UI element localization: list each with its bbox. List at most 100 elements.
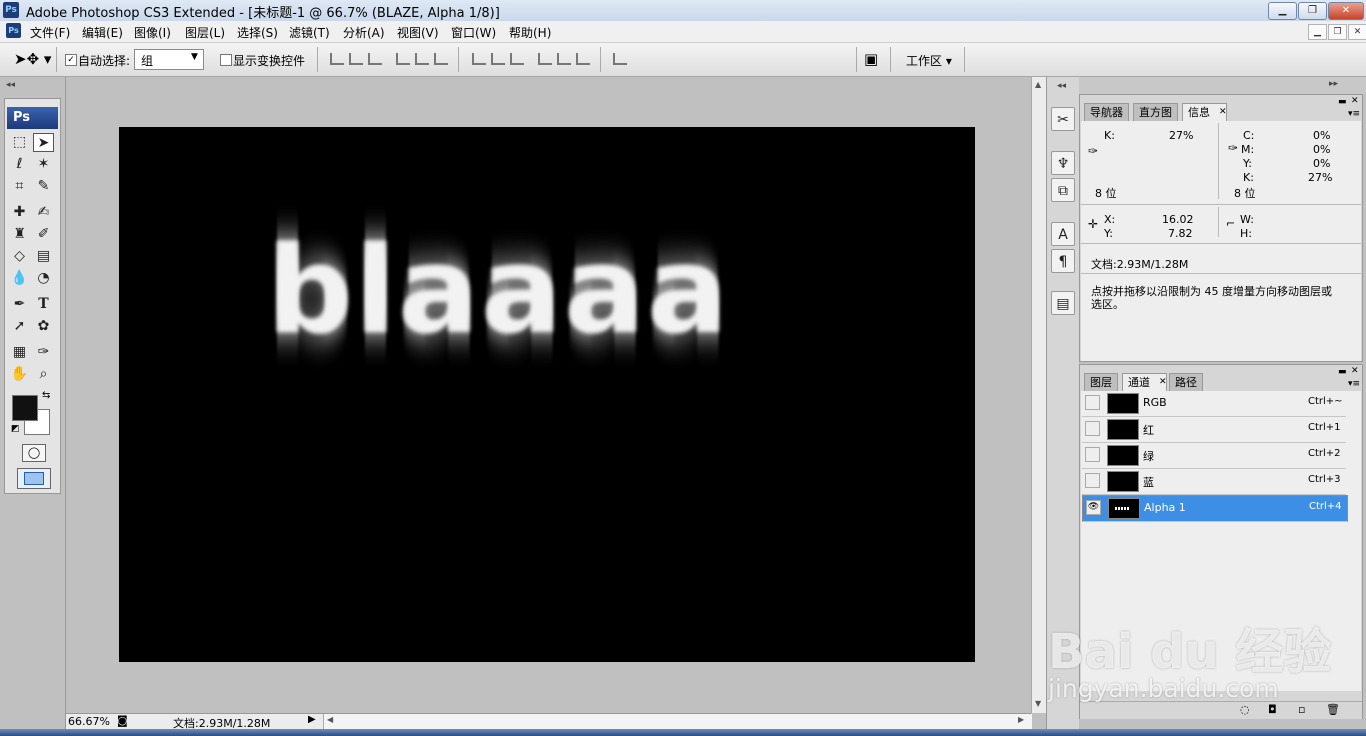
healing-brush-tool-icon[interactable]: ✚ [9, 203, 30, 222]
visibility-toggle[interactable] [1085, 395, 1100, 410]
close-button[interactable]: ✕ [1328, 2, 1364, 20]
hand-tool-icon[interactable]: ✋ [9, 365, 30, 384]
tab-histogram[interactable]: 直方图 [1133, 103, 1178, 121]
align-right-icon[interactable] [434, 53, 448, 65]
blur-tool-icon[interactable]: 💧 [9, 269, 30, 288]
channel-row-alpha-1[interactable]: 👁 Alpha 1 Ctrl+4 [1082, 495, 1348, 522]
restore-button[interactable]: ❐ [1298, 2, 1327, 20]
slice-tool-icon[interactable]: ✎ [33, 177, 54, 196]
scroll-left-icon[interactable]: ◀ [327, 715, 333, 724]
doc-restore-button[interactable]: ❐ [1328, 24, 1347, 40]
crop-tool-icon[interactable]: ⌗ [9, 177, 30, 196]
tab-info[interactable]: 信息 ✕ [1182, 103, 1227, 121]
menu-edit[interactable]: 编辑(E) [82, 24, 123, 41]
auto-select-checkbox[interactable]: ✓ [65, 54, 77, 66]
panel-menu-icon[interactable]: ▾≡ [1348, 379, 1360, 389]
save-selection-icon[interactable]: ◘ [1268, 703, 1277, 716]
minimize-panel-icon[interactable]: ▬ [1338, 367, 1347, 377]
channel-row-green[interactable]: 绿 Ctrl+2 [1082, 443, 1346, 469]
brush-tool-icon[interactable]: ✍ [33, 203, 54, 222]
eyedropper-icon-2[interactable]: ✑ [1228, 141, 1238, 155]
visibility-toggle[interactable] [1085, 447, 1100, 462]
align-hcenter-icon[interactable] [415, 53, 429, 65]
lasso-tool-icon[interactable]: ℓ [9, 155, 30, 174]
type-tool-icon[interactable]: T [33, 295, 54, 314]
clone-source-icon[interactable]: ⧉ [1051, 178, 1075, 202]
zoom-tool-icon[interactable]: ⌕ [33, 365, 54, 384]
dodge-tool-icon[interactable]: ◔ [33, 269, 54, 288]
document-icon[interactable]: Ps [6, 23, 21, 38]
close-icon[interactable]: ✕ [1219, 104, 1227, 121]
tool-presets-icon[interactable]: ✂ [1051, 107, 1075, 131]
load-selection-icon[interactable]: ◌ [1240, 703, 1250, 716]
visibility-toggle[interactable] [1085, 473, 1100, 488]
visibility-toggle[interactable] [1085, 421, 1100, 436]
bridge-icon[interactable]: ▣ [864, 50, 878, 68]
workspace-menu[interactable]: 工作区 ▾ [906, 52, 952, 69]
show-transform-checkbox[interactable] [220, 54, 232, 66]
screen-mode-icon[interactable] [17, 468, 51, 489]
expand-panels-icon[interactable]: ▸▸ [1329, 79, 1338, 89]
history-brush-tool-icon[interactable]: ✐ [33, 225, 54, 244]
brushes-icon[interactable]: ♆ [1051, 151, 1075, 175]
path-selection-tool-icon[interactable]: ➚ [9, 317, 30, 336]
foreground-color-swatch[interactable] [12, 395, 38, 421]
auto-align-icon[interactable] [613, 53, 627, 65]
channel-row-blue[interactable]: 蓝 Ctrl+3 [1082, 469, 1346, 495]
swap-colors-icon[interactable]: ⇆ [42, 390, 50, 401]
eraser-tool-icon[interactable]: ◇ [9, 247, 30, 266]
minimize-panel-icon[interactable]: ▬ [1338, 97, 1347, 107]
menu-file[interactable]: 文件(F) [30, 24, 70, 41]
custom-shape-tool-icon[interactable]: ✿ [33, 317, 54, 336]
move-tool-icon[interactable]: ➤ [33, 133, 54, 152]
menu-select[interactable]: 选择(S) [237, 24, 278, 41]
eye-icon[interactable]: 👁 [1086, 500, 1101, 515]
move-tool-preset-icon[interactable]: ➤✥ ▾ [14, 50, 51, 68]
collapse-dock-icon[interactable]: ◂◂ [1057, 81, 1066, 91]
pen-tool-icon[interactable]: ✒ [9, 295, 30, 314]
layer-comps-icon[interactable]: ▤ [1051, 291, 1075, 315]
distribute-right-icon[interactable] [576, 53, 590, 65]
marquee-tool-icon[interactable]: ⬚ [9, 133, 30, 152]
clone-stamp-tool-icon[interactable]: ♜ [9, 225, 30, 244]
doc-close-button[interactable]: ✕ [1348, 24, 1366, 40]
align-left-icon[interactable] [396, 53, 410, 65]
tab-channels[interactable]: 通道 ✕ [1122, 373, 1167, 391]
scroll-up-icon[interactable]: ▲ [1035, 80, 1041, 89]
notes-tool-icon[interactable]: ▦ [9, 343, 30, 362]
menu-layer[interactable]: 图层(L) [185, 24, 225, 41]
menu-help[interactable]: 帮助(H) [509, 24, 551, 41]
vertical-scrollbar[interactable]: ▲ ▼ [1031, 77, 1047, 713]
distribute-vcenter-icon[interactable] [491, 53, 505, 65]
character-icon[interactable]: A [1051, 222, 1075, 246]
tab-paths[interactable]: 路径 [1169, 373, 1203, 391]
scroll-down-icon[interactable]: ▼ [1035, 699, 1041, 708]
default-colors-icon[interactable]: ◩ [11, 424, 20, 434]
magic-wand-tool-icon[interactable]: ✶ [33, 155, 54, 174]
horizontal-scrollbar[interactable]: ◀ ▶ [323, 714, 1032, 729]
paragraph-icon[interactable]: ¶ [1051, 249, 1075, 273]
doc-minimize-button[interactable]: ▁ [1308, 24, 1327, 40]
menu-analysis[interactable]: 分析(A) [343, 24, 385, 41]
trash-icon[interactable]: 🗑 [1326, 703, 1340, 716]
status-menu-arrow-icon[interactable]: ▶ [308, 714, 316, 725]
distribute-top-icon[interactable] [472, 53, 486, 65]
document-canvas[interactable]: blaaaa blaaaa [119, 127, 975, 662]
collapse-toolbox-icon[interactable]: ◂◂ [6, 80, 15, 90]
minimize-button[interactable]: ▁ [1268, 2, 1297, 20]
channel-row-rgb[interactable]: RGB Ctrl+~ [1082, 391, 1346, 417]
zoom-level[interactable]: 66.67% [68, 715, 110, 728]
close-panel-icon[interactable]: ✕ [1351, 366, 1359, 376]
menu-window[interactable]: 窗口(W) [451, 24, 496, 41]
auto-select-dropdown[interactable]: 组 ▼ [134, 49, 204, 70]
distribute-bottom-icon[interactable] [510, 53, 524, 65]
scroll-right-icon[interactable]: ▶ [1018, 715, 1024, 724]
quick-mask-icon[interactable]: ◯ [22, 444, 46, 462]
status-bar-icon[interactable]: ◙ [117, 714, 128, 727]
menu-filter[interactable]: 滤镜(T) [289, 24, 330, 41]
align-top-icon[interactable] [330, 53, 344, 65]
eyedropper-icon[interactable]: ✑ [1088, 144, 1098, 158]
distribute-hcenter-icon[interactable] [557, 53, 571, 65]
menu-image[interactable]: 图像(I) [134, 24, 171, 41]
tab-navigator[interactable]: 导航器 [1084, 103, 1129, 121]
